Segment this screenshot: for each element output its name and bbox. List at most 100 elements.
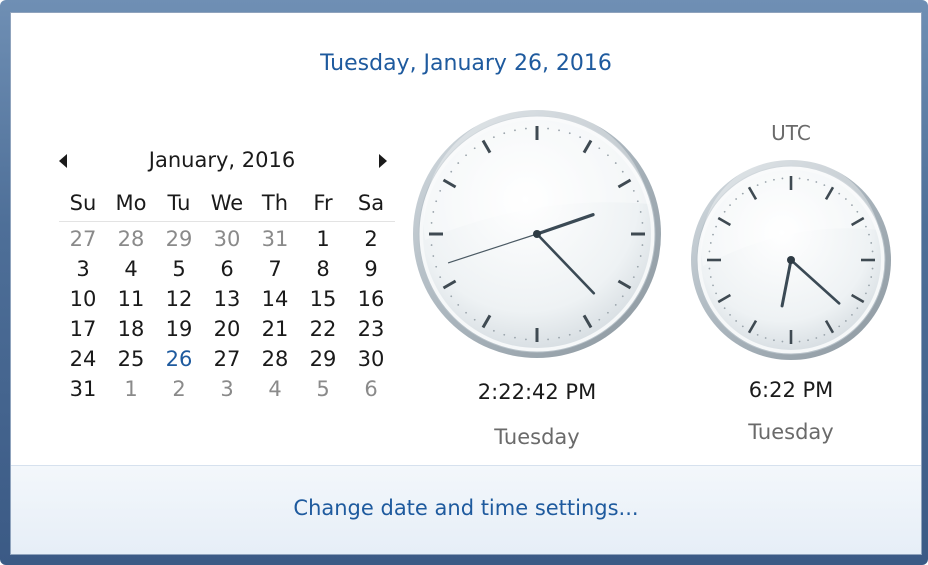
month-title[interactable]: January, 2016 <box>57 148 387 172</box>
minute-dot <box>708 250 711 253</box>
calendar-day[interactable]: 19 <box>155 315 203 344</box>
calendar-day[interactable]: 28 <box>251 345 299 374</box>
calendar-day-number: 11 <box>117 287 145 311</box>
calendar-day-number: 8 <box>316 257 330 281</box>
calendar-day[interactable]: 30 <box>347 345 395 374</box>
calendar-day[interactable]: 1 <box>299 225 347 254</box>
calendar-day[interactable]: 13 <box>203 285 251 314</box>
calendar-day[interactable]: 3 <box>203 375 251 404</box>
calendar-day[interactable]: 27 <box>59 225 107 254</box>
calendar-day[interactable]: 23 <box>347 315 395 344</box>
minute-dot <box>525 338 527 341</box>
triangle-right-icon[interactable] <box>379 154 387 168</box>
calendar-day[interactable]: 12 <box>155 285 203 314</box>
calendar-day[interactable]: 28 <box>107 225 155 254</box>
calendar-day-number: 3 <box>76 257 90 281</box>
calendar-day[interactable]: 6 <box>203 255 251 284</box>
calendar-day-number: 6 <box>220 257 234 281</box>
minute-dot <box>514 336 516 339</box>
calendar-day[interactable]: 1 <box>107 375 155 404</box>
minute-dot <box>621 170 624 173</box>
calendar-day[interactable]: 3 <box>59 255 107 284</box>
calendar-day[interactable]: 27 <box>203 345 251 374</box>
minute-dot <box>639 255 642 257</box>
calendar-day[interactable]: 16 <box>347 285 395 314</box>
minute-dot <box>614 304 617 306</box>
calendar-day[interactable]: 25 <box>107 345 155 374</box>
calendar-header: January, 2016 <box>57 148 387 178</box>
minute-dot <box>870 276 873 278</box>
calendar-day[interactable]: 11 <box>107 285 155 314</box>
minute-dot <box>621 295 624 298</box>
calendar-day[interactable]: 21 <box>251 315 299 344</box>
minute-dot <box>781 177 784 180</box>
minute-dot <box>729 204 731 207</box>
minute-dot <box>871 250 874 253</box>
minute-dot <box>723 307 726 310</box>
calendar-day[interactable]: 30 <box>203 225 251 254</box>
minute-dot <box>715 225 717 228</box>
minute-dot <box>868 284 870 287</box>
current-date-link[interactable]: Tuesday, January 26, 2016 <box>11 51 921 76</box>
minute-dot <box>568 333 571 336</box>
calendar-day[interactable]: 4 <box>107 255 155 284</box>
calendar-day[interactable]: 7 <box>251 255 299 284</box>
calendar-day[interactable]: 10 <box>59 285 107 314</box>
datetime-flyout-panel: Tuesday, January 26, 2016 January, 2016 … <box>10 12 922 555</box>
calendar-day[interactable]: 5 <box>155 255 203 284</box>
clock-center-pin <box>533 230 541 238</box>
calendar-day-number: 14 <box>261 287 289 311</box>
calendar-day[interactable]: 31 <box>251 225 299 254</box>
calendar-day[interactable]: 15 <box>299 285 347 314</box>
utc-day-text: Tuesday <box>748 420 834 444</box>
minute-dot <box>558 336 560 339</box>
weekday-label: We <box>210 191 244 215</box>
minute-dot <box>838 192 841 195</box>
minute-dot <box>558 129 560 132</box>
minute-dot <box>871 267 874 270</box>
calendar-day[interactable]: 6 <box>347 375 395 404</box>
calendar-day[interactable]: 2 <box>347 225 395 254</box>
local-time-text: 2:22:42 PM <box>477 380 597 404</box>
calendar-day-number: 21 <box>261 317 289 341</box>
calendar-day-number: 13 <box>213 287 241 311</box>
calendar-day[interactable]: 20 <box>203 315 251 344</box>
minute-dot <box>547 127 549 130</box>
local-day-text: Tuesday <box>494 425 580 449</box>
calendar-day-number: 4 <box>124 257 138 281</box>
calendar-day[interactable]: 29 <box>299 345 347 374</box>
calendar-day-number: 19 <box>165 317 193 341</box>
minute-dot <box>432 211 435 213</box>
minute-dot <box>641 244 644 246</box>
calendar-day-number: 7 <box>268 257 282 281</box>
calendar-day[interactable]: 2 <box>155 375 203 404</box>
minute-dot <box>856 307 859 310</box>
change-date-time-settings-link[interactable]: Change date and time settings... <box>11 496 921 520</box>
calendar-day[interactable]: 24 <box>59 345 107 374</box>
calendar-day[interactable]: 9 <box>347 255 395 284</box>
minute-dot <box>430 244 433 246</box>
calendar-day[interactable]: 31 <box>59 375 107 404</box>
calendar-day-number: 16 <box>357 287 385 311</box>
calendar-day[interactable]: 4 <box>251 375 299 404</box>
calendar-day-number: 2 <box>364 227 378 251</box>
minute-dot <box>598 147 601 150</box>
calendar-day[interactable]: 17 <box>59 315 107 344</box>
minute-dot <box>503 132 506 135</box>
calendar-day-selected[interactable]: 26 <box>155 345 203 374</box>
utc-time-text: 6:22 PM <box>748 378 834 402</box>
minute-dot <box>798 177 801 180</box>
calendar-day-number: 27 <box>213 347 241 371</box>
window-frame: Tuesday, January 26, 2016 January, 2016 … <box>0 0 928 565</box>
calendar-day[interactable]: 29 <box>155 225 203 254</box>
minute-dot <box>639 211 642 213</box>
utc-clock-face <box>691 158 891 360</box>
minute-dot <box>807 339 809 342</box>
calendar-day-number: 24 <box>69 347 97 371</box>
calendar-day[interactable]: 18 <box>107 315 155 344</box>
calendar-day[interactable]: 8 <box>299 255 347 284</box>
calendar-day[interactable]: 22 <box>299 315 347 344</box>
calendar-day[interactable]: 14 <box>251 285 299 314</box>
calendar-day[interactable]: 5 <box>299 375 347 404</box>
minute-dot <box>708 267 711 270</box>
